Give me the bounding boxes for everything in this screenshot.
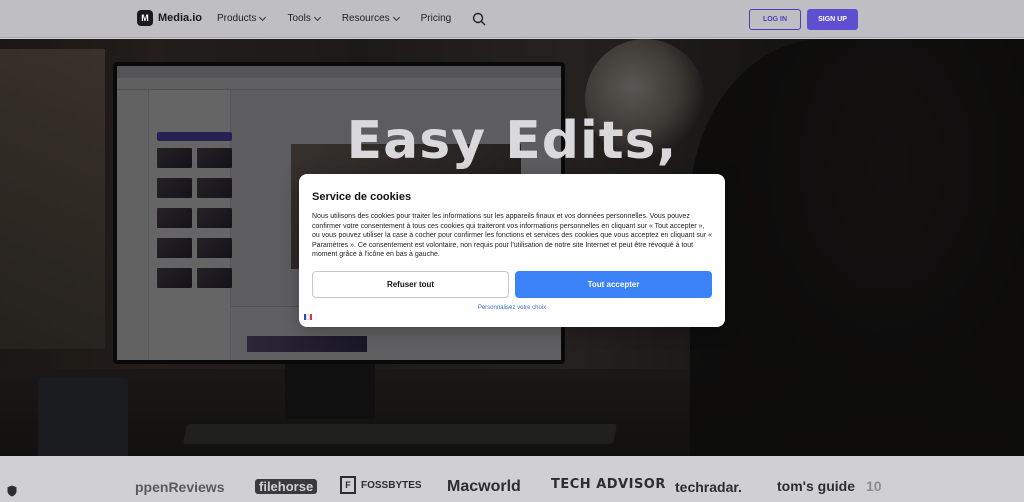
press-logo-fossbytes-label: FOSSBYTES [361, 479, 422, 491]
site-header: M Media.io Products Tools Resources Pric… [0, 0, 1024, 38]
press-logo-10: 10 [866, 478, 882, 494]
press-logo-filehorse: filehorse [255, 479, 318, 494]
nav-resources[interactable]: Resources [341, 13, 400, 24]
french-flag-icon[interactable] [304, 314, 312, 320]
press-logo-tomsguide: tom's guide [777, 478, 855, 494]
chevron-down-icon [392, 13, 400, 21]
press-logos-strip: ppenReviews filehorse F FOSSBYTES Macwor… [0, 456, 1024, 502]
cookie-dialog-body: Nous utilisons des cookies pour traiter … [312, 213, 712, 259]
main-nav: Products Tools Resources Pricing [217, 13, 473, 24]
hero-title: Easy Edits, [346, 111, 678, 171]
nav-products-label: Products [217, 13, 257, 24]
nav-tools-label: Tools [287, 13, 311, 24]
logo-icon: M [137, 10, 153, 26]
press-logo-techradar: techradar. [675, 479, 742, 495]
press-logo-techadvisor: TECH ADVISOR [551, 477, 666, 492]
refuse-all-button[interactable]: Refuser tout [312, 271, 509, 298]
fossbytes-logo-icon: F [340, 476, 356, 494]
nav-products[interactable]: Products [217, 13, 267, 24]
press-logo-fossbytes: F FOSSBYTES [340, 476, 422, 494]
nav-pricing[interactable]: Pricing [421, 13, 452, 24]
customize-choice-link[interactable]: Personnalisez votre choix [299, 305, 725, 311]
site-logo[interactable]: M Media.io [137, 10, 202, 26]
search-icon[interactable] [472, 12, 486, 26]
nav-resources-label: Resources [341, 13, 390, 24]
signup-button[interactable]: SIGN UP [807, 9, 858, 30]
cookie-dialog: Service de cookies Nous utilisons des co… [299, 174, 725, 327]
nav-tools[interactable]: Tools [287, 13, 321, 24]
chevron-down-icon [313, 13, 321, 21]
accept-all-button[interactable]: Tout accepter [515, 271, 712, 298]
cookie-dialog-title: Service de cookies [312, 191, 412, 203]
press-logo-ppenreviews: ppenReviews [135, 479, 225, 495]
press-logo-macworld: Macworld [447, 478, 521, 495]
logo-text: Media.io [158, 12, 203, 24]
cookie-settings-shield-icon[interactable] [7, 485, 17, 497]
login-button[interactable]: LOG IN [749, 9, 801, 30]
nav-pricing-label: Pricing [420, 13, 452, 24]
chevron-down-icon [259, 13, 267, 21]
